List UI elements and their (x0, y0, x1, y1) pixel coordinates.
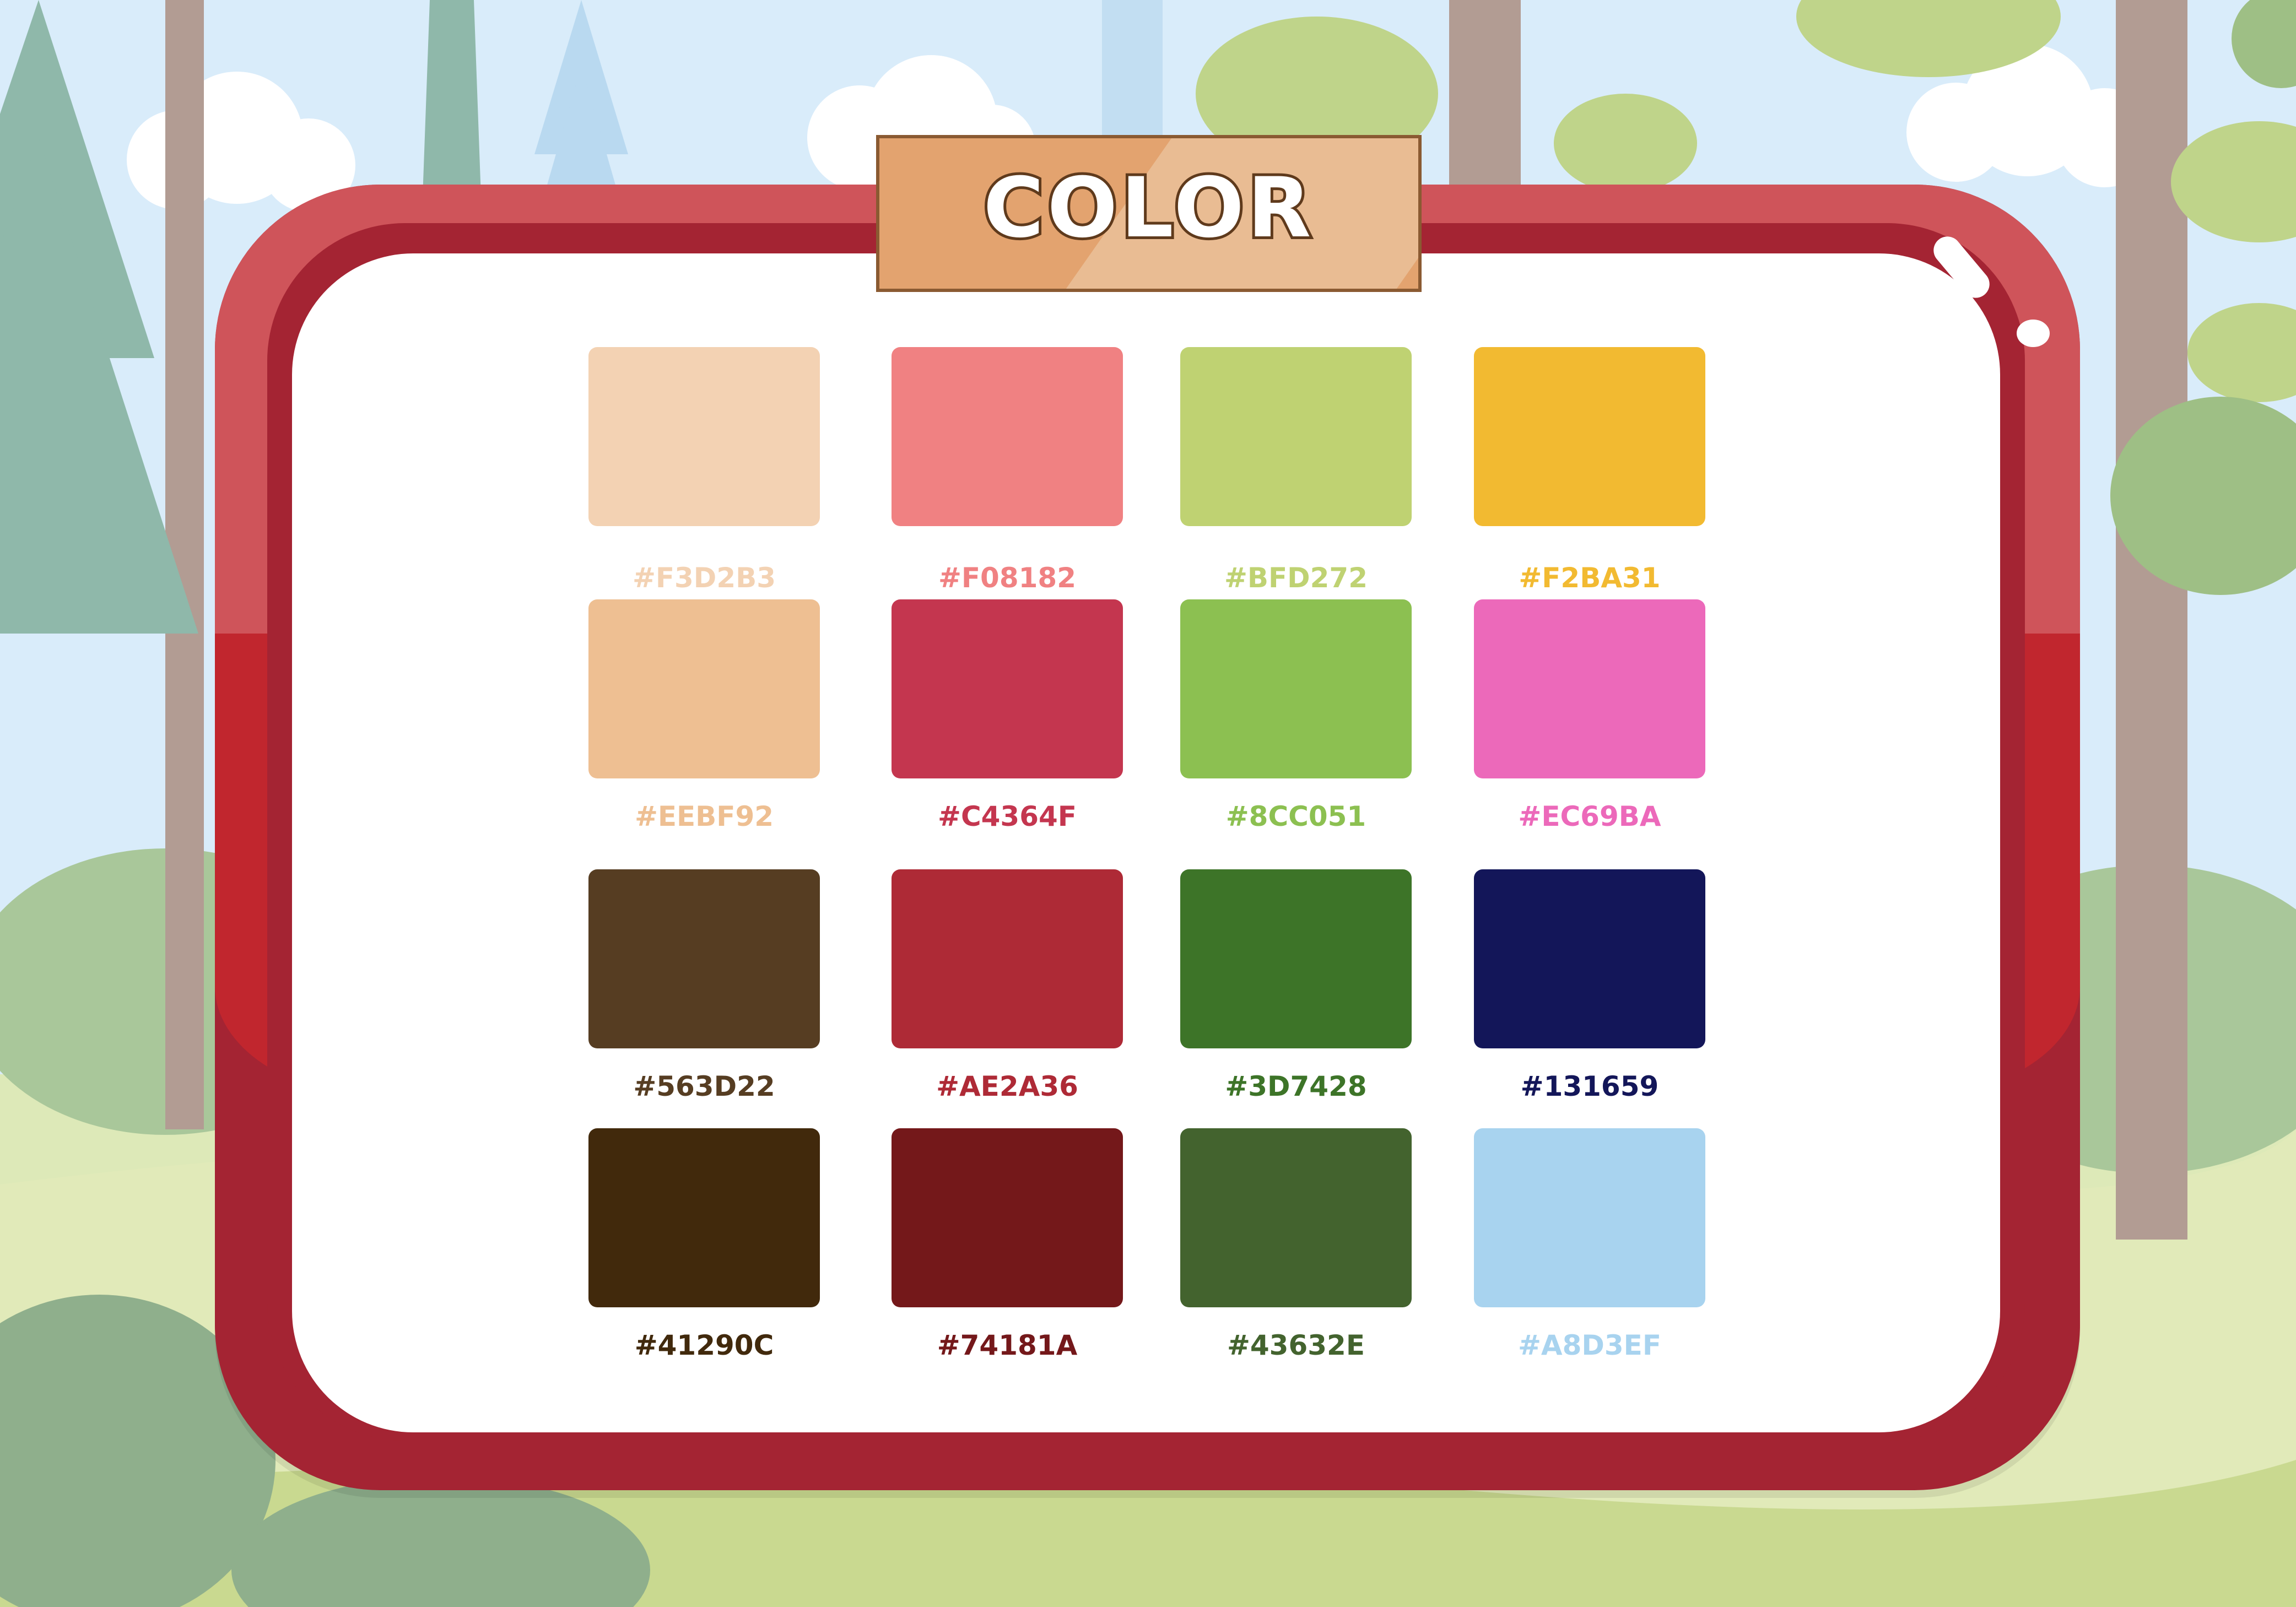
color-swatch (892, 869, 1123, 1048)
color-hex-label: #74181A (937, 1329, 1078, 1361)
color-swatch (588, 347, 820, 526)
color-swatch (892, 1128, 1123, 1307)
color-hex-label: #BFD272 (1224, 562, 1368, 594)
color-hex-label: #131659 (1520, 1070, 1659, 1102)
frame-shine-dot (2017, 320, 2050, 347)
color-swatch (588, 1128, 820, 1307)
color-hex-label: #AE2A36 (936, 1070, 1078, 1102)
color-hex-label: #8CC051 (1225, 800, 1366, 832)
color-hex-label: #563D22 (633, 1070, 775, 1102)
color-hex-label: #C4364F (938, 800, 1077, 832)
color-hex-label: #F08182 (938, 562, 1076, 594)
color-hex-label: #A8D3EF (1518, 1329, 1661, 1361)
color-hex-label: #F3D2B3 (632, 562, 776, 594)
color-swatch (588, 599, 820, 778)
color-swatch (1180, 869, 1412, 1048)
color-swatch (1474, 347, 1705, 526)
color-swatch (1180, 599, 1412, 778)
color-hex-label: #EEBF92 (634, 800, 774, 832)
title-plank: COLOR (876, 135, 1422, 292)
color-swatch (1474, 599, 1705, 778)
color-hex-label: #EC69BA (1518, 800, 1661, 832)
color-swatch (1180, 347, 1412, 526)
color-swatch (588, 869, 820, 1048)
color-swatch (1474, 869, 1705, 1048)
color-swatch (1474, 1128, 1705, 1307)
color-hex-label: #41290C (634, 1329, 774, 1361)
color-hex-label: #3D7428 (1225, 1070, 1367, 1102)
color-swatch (1180, 1128, 1412, 1307)
palette-card (292, 253, 2000, 1432)
color-hex-label: #43632E (1227, 1329, 1365, 1361)
color-hex-label: #F2BA31 (1519, 562, 1661, 594)
color-swatch (892, 599, 1123, 778)
page-title: COLOR (981, 158, 1315, 259)
color-swatch (892, 347, 1123, 526)
